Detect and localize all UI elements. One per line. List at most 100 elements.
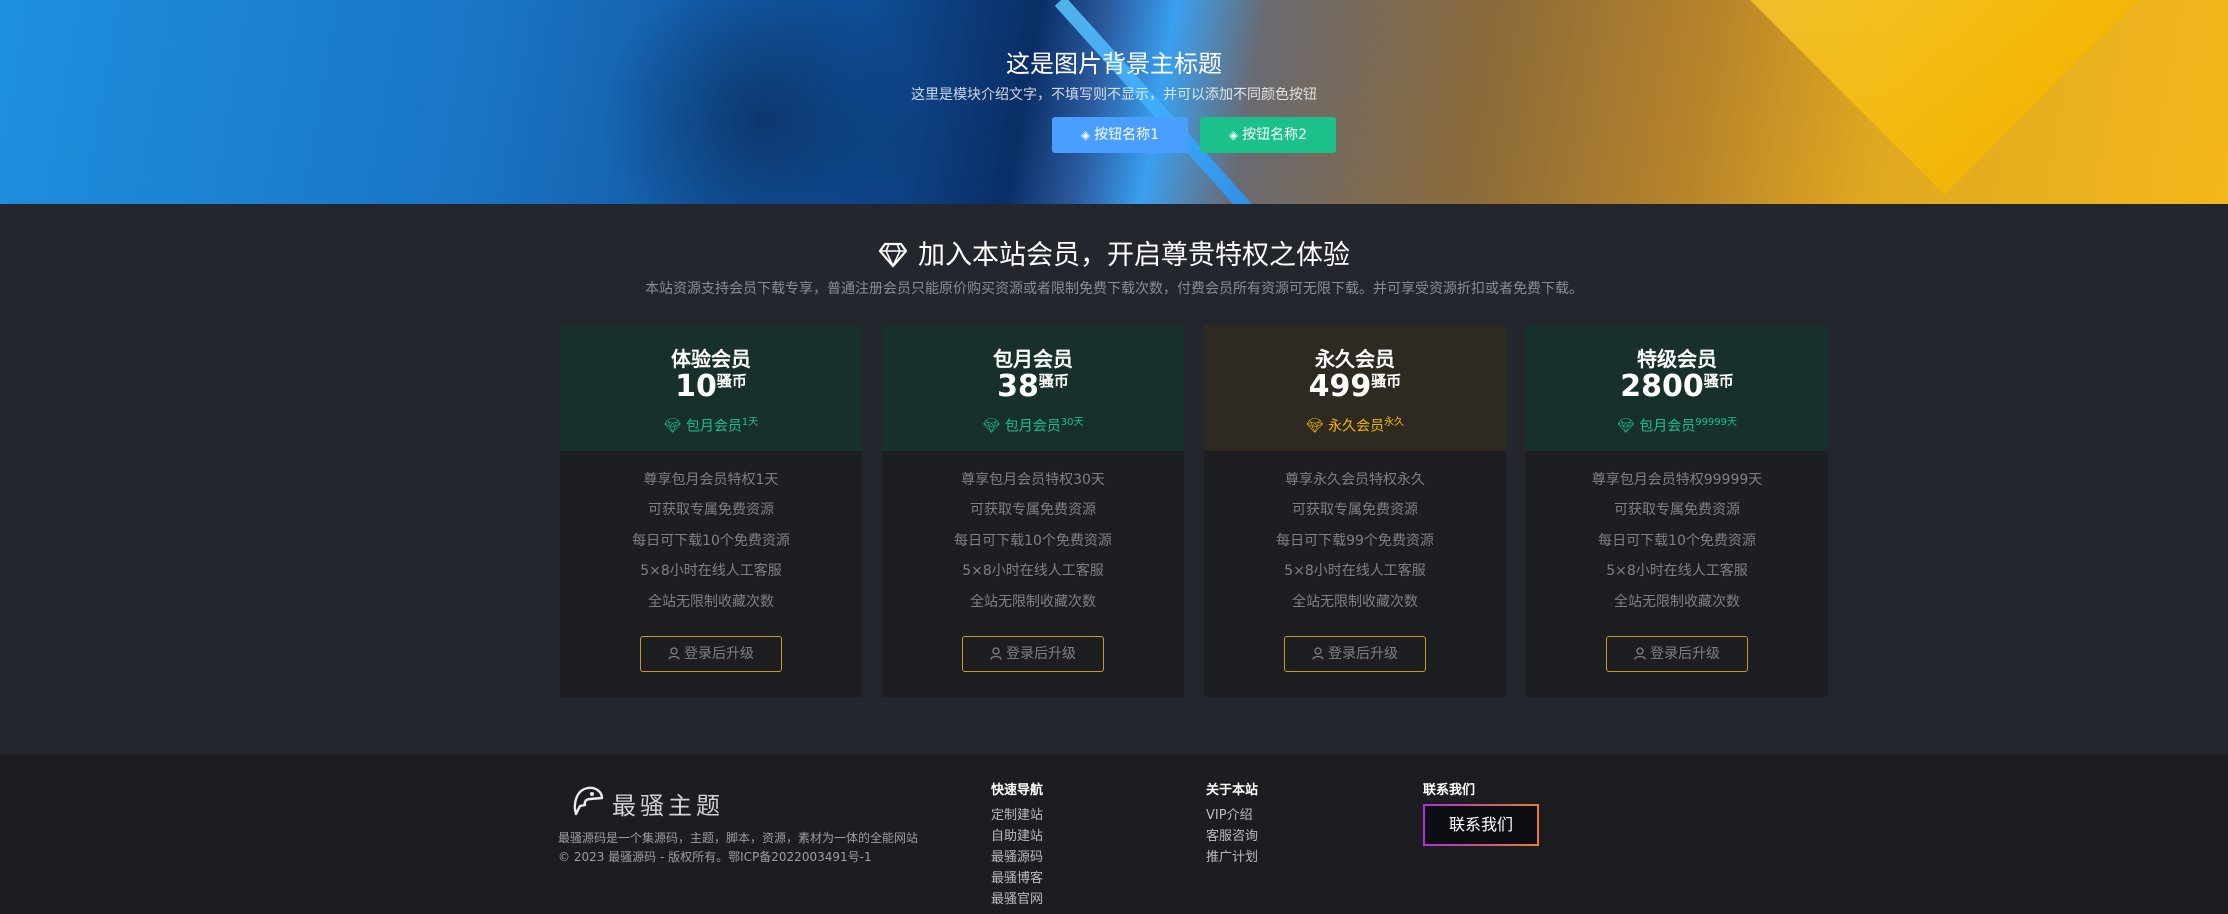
login-upgrade-button[interactable]: 登录后升级: [1606, 636, 1748, 672]
diamond-icon: 💎︎: [663, 418, 682, 435]
tag-duration: 永久: [1384, 417, 1405, 428]
footer-link[interactable]: 定制建站: [991, 804, 1043, 823]
vip-card-tag: 💎︎ 永久会员永久: [1204, 413, 1506, 436]
vip-card-tag: 💎︎ 包月会员99999天: [1526, 413, 1828, 436]
vip-card-premium: 特级会员 2800骚币 💎︎ 包月会员99999天 尊享包月会员特权99999天…: [1526, 325, 1828, 697]
price-unit: 骚币: [1703, 372, 1734, 390]
footer-col-title-about: 关于本站: [1206, 783, 1259, 798]
hero-button-1[interactable]: ◈ 按钮名称1: [1052, 117, 1188, 153]
login-upgrade-label: 登录后升级: [1328, 646, 1398, 662]
footer-link[interactable]: 最骚官网: [991, 888, 1043, 907]
feature-item: 全站无限制收藏次数: [1614, 594, 1740, 610]
logo-mark-icon: [570, 784, 606, 822]
vip-card-lifetime: 永久会员 499骚币 💎︎ 永久会员永久 尊享永久会员特权永久 可获取专属免费资…: [1204, 325, 1506, 697]
footer-description: 最骚源码是一个集源码，主题，脚本，资源，素材为一体的全能网站: [558, 831, 919, 845]
vip-card-price: 10骚币: [560, 369, 862, 404]
feature-item: 全站无限制收藏次数: [648, 594, 774, 610]
login-upgrade-button[interactable]: 登录后升级: [640, 636, 782, 672]
feature-item: 5×8小时在线人工客服: [640, 563, 782, 579]
tag-label: 包月会员: [685, 418, 742, 435]
vip-card-trial: 体验会员 10骚币 💎︎ 包月会员1天 尊享包月会员特权1天 可获取专属免费资源…: [560, 325, 862, 697]
feature-item: 可获取专属免费资源: [970, 502, 1096, 518]
contact-us-button[interactable]: 联系我们: [1423, 804, 1539, 846]
vip-card-name: 永久会员: [1315, 347, 1395, 371]
vip-card-name: 包月会员: [993, 347, 1073, 371]
footer-link[interactable]: 自助建站: [991, 825, 1043, 844]
hero-subtitle: 这里是模块介绍文字，不填写则不显示，并可以添加不同颜色按钮: [911, 87, 1317, 103]
footer-col-title-nav: 快速导航: [991, 783, 1044, 798]
feature-item: 可获取专属免费资源: [1614, 502, 1740, 518]
user-icon: [1634, 639, 1646, 673]
tag-label: 包月会员: [1639, 418, 1696, 435]
feature-item: 每日可下载10个免费资源: [1598, 533, 1756, 549]
site-footer: 最骚主题 最骚源码是一个集源码，主题，脚本，资源，素材为一体的全能网站 © 20…: [0, 754, 2228, 914]
price-value: 2800: [1620, 369, 1704, 404]
user-icon: [1312, 639, 1324, 673]
footer-link[interactable]: 推广计划: [1206, 846, 1258, 865]
price-value: 38: [997, 369, 1039, 404]
login-upgrade-label: 登录后升级: [684, 646, 754, 662]
diamond-icon: 💎︎: [982, 418, 1001, 435]
hero-button-2[interactable]: ◈ 按钮名称2: [1200, 117, 1336, 153]
footer-link[interactable]: 最骚博客: [991, 867, 1043, 886]
vip-title-text: 加入本站会员，开启尊贵特权之体验: [918, 240, 1350, 271]
feature-item: 5×8小时在线人工客服: [1284, 563, 1426, 579]
price-value: 10: [675, 369, 717, 404]
price-unit: 骚币: [1371, 372, 1402, 390]
login-upgrade-label: 登录后升级: [1006, 646, 1076, 662]
tag-label: 包月会员: [1004, 418, 1061, 435]
login-upgrade-label: 登录后升级: [1650, 646, 1720, 662]
vip-card-price: 38骚币: [882, 369, 1184, 404]
layers-icon: ◈: [1228, 128, 1239, 142]
feature-item: 可获取专属免费资源: [648, 502, 774, 518]
footer-link[interactable]: 最骚源码: [991, 846, 1043, 865]
feature-item: 尊享包月会员特权99999天: [1591, 472, 1763, 488]
diamond-icon: 💎︎: [1616, 418, 1635, 435]
feature-item: 尊享永久会员特权永久: [1285, 472, 1425, 488]
diamond-icon: 💎︎: [1305, 418, 1324, 435]
feature-item: 每日可下载10个免费资源: [954, 533, 1112, 549]
feature-item: 全站无限制收藏次数: [970, 594, 1096, 610]
feature-item: 可获取专属免费资源: [1292, 502, 1418, 518]
vip-card-tag: 💎︎ 包月会员30天: [882, 413, 1184, 436]
price-unit: 骚币: [716, 372, 747, 390]
user-icon: [990, 639, 1002, 673]
footer-link[interactable]: VIP介绍: [1206, 804, 1253, 823]
feature-item: 每日可下载99个免费资源: [1276, 533, 1434, 549]
vip-section-subtitle: 本站资源支持会员下载专享，普通注册会员只能原价购买资源或者限制免费下载次数，付费…: [645, 281, 1583, 297]
vip-card-header: 特级会员 2800骚币 💎︎ 包月会员99999天: [1526, 325, 1828, 451]
tag-label: 永久会员: [1328, 418, 1385, 435]
tag-duration: 1天: [741, 417, 759, 428]
vip-card-tag: 💎︎ 包月会员1天: [560, 413, 862, 436]
layers-icon: ◈: [1080, 128, 1091, 142]
user-icon: [668, 639, 680, 673]
price-unit: 骚币: [1038, 372, 1069, 390]
tag-duration: 30天: [1060, 417, 1084, 428]
price-value: 499: [1308, 369, 1372, 404]
vip-card-monthly: 包月会员 38骚币 💎︎ 包月会员30天 尊享包月会员特权30天 可获取专属免费…: [882, 325, 1184, 697]
vip-card-price: 2800骚币: [1526, 369, 1828, 404]
vip-section-title: 加入本站会员，开启尊贵特权之体验: [0, 233, 2228, 275]
hero-button-1-label: 按钮名称1: [1094, 127, 1160, 143]
login-upgrade-button[interactable]: 登录后升级: [962, 636, 1104, 672]
feature-item: 全站无限制收藏次数: [1292, 594, 1418, 610]
hero-banner: 这是图片背景主标题 这里是模块介绍文字，不填写则不显示，并可以添加不同颜色按钮 …: [0, 0, 2228, 204]
site-logo[interactable]: 最骚主题: [570, 784, 724, 822]
footer-link[interactable]: 客服咨询: [1206, 825, 1258, 844]
vip-card-header: 包月会员 38骚币 💎︎ 包月会员30天: [882, 325, 1184, 451]
hero-title: 这是图片背景主标题: [1006, 50, 1222, 78]
footer-copyright: © 2023 最骚源码 - 版权所有。鄂ICP备2022003491号-1: [558, 850, 872, 864]
feature-item: 尊享包月会员特权30天: [961, 472, 1105, 488]
diamond-icon: [878, 242, 908, 275]
vip-card-header: 永久会员 499骚币 💎︎ 永久会员永久: [1204, 325, 1506, 451]
vip-card-name: 特级会员: [1637, 347, 1717, 371]
hero-button-2-label: 按钮名称2: [1242, 127, 1308, 143]
feature-item: 5×8小时在线人工客服: [1606, 563, 1748, 579]
feature-item: 每日可下载10个免费资源: [632, 533, 790, 549]
vip-card-name: 体验会员: [671, 347, 751, 371]
login-upgrade-button[interactable]: 登录后升级: [1284, 636, 1426, 672]
feature-item: 尊享包月会员特权1天: [643, 472, 779, 488]
vip-card-header: 体验会员 10骚币 💎︎ 包月会员1天: [560, 325, 862, 451]
vip-card-price: 499骚币: [1204, 369, 1506, 404]
feature-item: 5×8小时在线人工客服: [962, 563, 1104, 579]
